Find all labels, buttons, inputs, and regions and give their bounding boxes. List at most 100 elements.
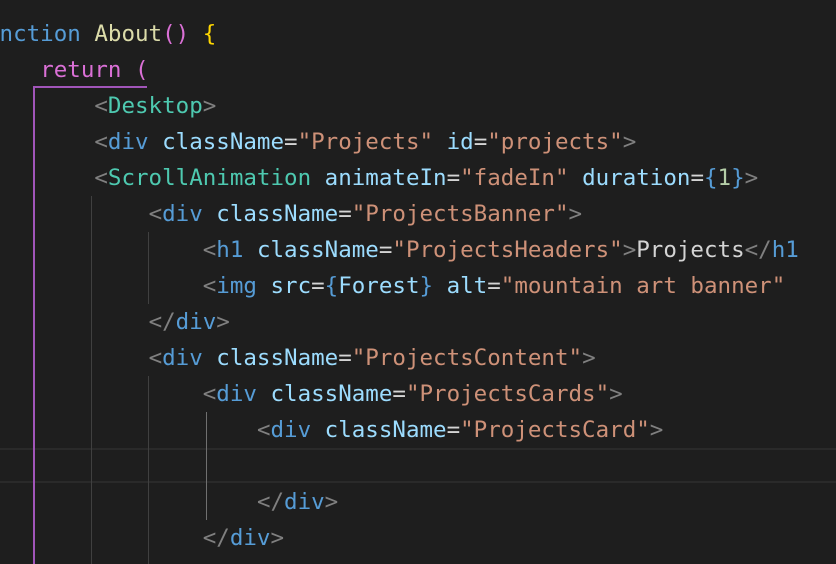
- code-token: "ProjectsCards": [405, 381, 610, 407]
- code-token: div: [284, 489, 325, 515]
- code-token: About: [94, 21, 163, 47]
- code-token: <: [202, 237, 217, 263]
- code-token: src: [270, 273, 312, 299]
- code-token: =: [392, 381, 406, 407]
- code-token: </: [202, 525, 230, 551]
- code-line[interactable]: <div className="ProjectsCard">: [0, 412, 836, 448]
- code-token: >: [649, 417, 664, 443]
- code-line[interactable]: <ScrollAnimation animateIn="fadeIn" dura…: [0, 160, 836, 196]
- code-token: "fadeIn": [460, 165, 569, 191]
- code-token: Forest: [338, 273, 420, 299]
- code-token: "Projects": [297, 129, 434, 155]
- code-line[interactable]: unction About() {: [0, 16, 836, 52]
- code-token: <: [148, 201, 163, 227]
- code-token: =: [446, 417, 461, 443]
- code-token: >: [622, 237, 637, 263]
- code-token: className: [270, 381, 393, 407]
- code-token: animateIn: [324, 165, 447, 191]
- code-token: =: [338, 201, 352, 227]
- code-token: <: [148, 345, 163, 371]
- code-token: {: [202, 21, 217, 47]
- code-token: div: [107, 129, 149, 155]
- code-token: "ProjectsBanner": [351, 201, 569, 227]
- code-line[interactable]: <div className="ProjectsContent">: [0, 340, 836, 376]
- code-token: div: [270, 417, 312, 443]
- code-line[interactable]: [0, 448, 836, 484]
- code-token: =: [284, 129, 298, 155]
- code-token: </: [256, 489, 285, 515]
- code-token: className: [162, 129, 285, 155]
- code-token: alt: [446, 273, 488, 299]
- code-token: Projects: [636, 237, 745, 263]
- code-token: >: [622, 129, 637, 155]
- code-token: {: [703, 165, 718, 191]
- code-token: >: [324, 489, 339, 515]
- code-token: =: [311, 273, 325, 299]
- code-token: =: [378, 237, 393, 263]
- code-token: className: [216, 201, 339, 227]
- code-token: "projects": [487, 129, 623, 155]
- code-token: "ProjectsCard": [460, 417, 650, 443]
- code-token: <: [202, 381, 217, 407]
- code-token: >: [568, 201, 583, 227]
- code-token: className: [216, 345, 339, 371]
- code-token: duration: [582, 165, 691, 191]
- code-token: unction: [0, 21, 81, 47]
- code-token: >: [202, 93, 217, 119]
- code-token: <: [202, 273, 217, 299]
- code-token: }: [419, 273, 434, 299]
- code-line[interactable]: return (: [0, 52, 836, 88]
- code-line[interactable]: <div className="Projects" id="projects">: [0, 124, 836, 160]
- code-token: </: [148, 309, 176, 335]
- code-token: >: [582, 345, 596, 371]
- code-token: h1: [216, 237, 244, 263]
- code-editor[interactable]: unction About() { return ( <Desktop> <di…: [0, 0, 836, 564]
- code-token: div: [175, 309, 217, 335]
- code-token: img: [216, 273, 257, 299]
- code-line[interactable]: </div>: [0, 520, 836, 556]
- code-token: =: [473, 129, 488, 155]
- code-token: (): [162, 21, 190, 47]
- code-line[interactable]: </div>: [0, 304, 836, 340]
- code-token: {: [324, 273, 339, 299]
- code-token: >: [270, 525, 285, 551]
- code-token: className: [324, 417, 447, 443]
- code-line[interactable]: <h1 className="ProjectsHeaders">Projects…: [0, 232, 836, 268]
- code-line[interactable]: </div>: [0, 556, 836, 564]
- code-token: div: [162, 345, 203, 371]
- code-line[interactable]: <div className="ProjectsCards">: [0, 376, 836, 412]
- code-line[interactable]: <img src={Forest} alt="mountain art bann…: [0, 268, 836, 304]
- code-token: <: [94, 93, 108, 119]
- code-token: =: [338, 345, 352, 371]
- code-token: >: [609, 381, 623, 407]
- code-token: <: [94, 165, 108, 191]
- code-line[interactable]: <div className="ProjectsBanner">: [0, 196, 836, 232]
- code-line[interactable]: <Desktop>: [0, 88, 836, 124]
- code-token: </: [744, 237, 772, 263]
- code-token: =: [487, 273, 501, 299]
- code-token: =: [690, 165, 704, 191]
- code-line[interactable]: </div>: [0, 484, 836, 520]
